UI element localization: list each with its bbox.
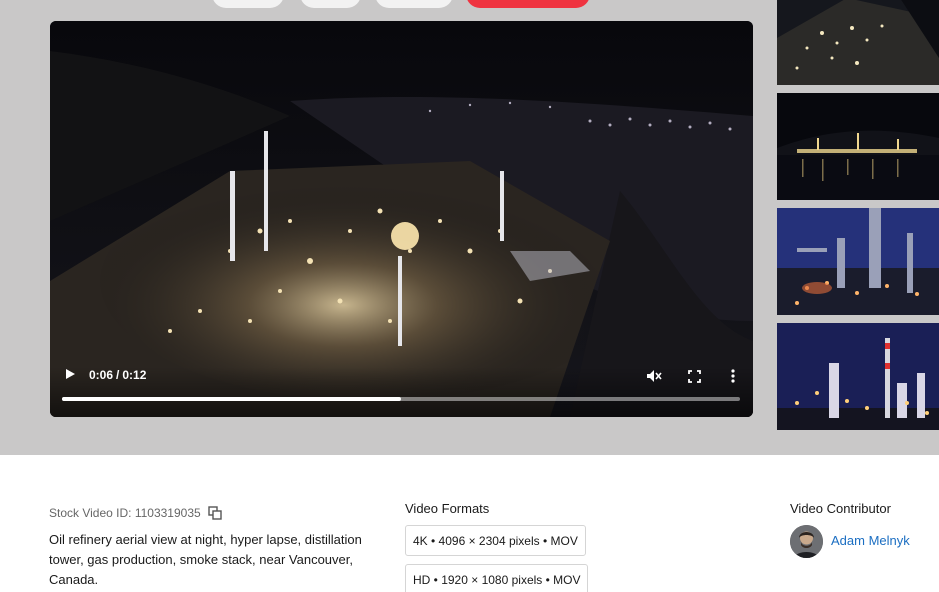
refinery-dusk-thumbnail-image [777, 208, 939, 315]
video-description: Oil refinery aerial view at night, hyper… [49, 532, 362, 587]
current-time: 0:06 [89, 368, 114, 382]
action-button[interactable] [212, 0, 284, 8]
related-video-thumbnail[interactable] [777, 208, 939, 315]
progress-fill [62, 397, 401, 401]
primary-action-button[interactable] [466, 0, 590, 8]
time-display: 0:06 / 0:12 [89, 368, 146, 382]
duration: 0:12 [122, 368, 147, 382]
fullscreen-button[interactable] [685, 367, 703, 385]
refinery-night-aerial-image [50, 21, 753, 417]
copy-icon[interactable] [207, 506, 222, 520]
play-icon [66, 369, 75, 379]
play-button[interactable] [62, 366, 78, 382]
related-video-thumbnail[interactable] [777, 93, 939, 200]
video-player[interactable]: 0:06 / 0:12 [50, 21, 753, 417]
video-frame [50, 21, 753, 417]
format-option-4k[interactable]: 4K • 4096 × 2304 pixels • MOV [405, 525, 586, 556]
progress-bar[interactable] [62, 397, 740, 401]
video-details: Stock Video ID: 1103319035 Oil refinery … [0, 455, 939, 592]
refinery-aerial-thumbnail-image [777, 0, 939, 85]
avatar-image [790, 525, 823, 558]
contributor-name-link[interactable]: Adam Melnyk [831, 533, 910, 548]
formats-title: Video Formats [405, 501, 490, 516]
video-stage: 0:06 / 0:12 [0, 0, 939, 455]
mute-button[interactable] [644, 367, 664, 385]
related-video-thumbnail[interactable] [777, 323, 939, 430]
related-video-thumbnail[interactable] [777, 0, 939, 85]
stock-id-row: Stock Video ID: 1103319035 [49, 506, 222, 520]
more-options-button[interactable] [726, 367, 740, 385]
more-vertical-icon [731, 369, 735, 383]
format-option-hd[interactable]: HD • 1920 × 1080 pixels • MOV [405, 564, 589, 592]
volume-muted-icon [647, 370, 662, 382]
stock-id-label: Stock Video ID: 1103319035 [49, 506, 201, 520]
action-button[interactable] [375, 0, 453, 8]
fullscreen-icon [687, 369, 701, 383]
time-separator: / [116, 368, 120, 382]
contributor-avatar[interactable] [790, 525, 823, 558]
refinery-towers-thumbnail-image [777, 323, 939, 430]
action-button[interactable] [300, 0, 361, 8]
contributor-title: Video Contributor [790, 501, 891, 516]
refinery-waterfront-thumbnail-image [777, 93, 939, 200]
